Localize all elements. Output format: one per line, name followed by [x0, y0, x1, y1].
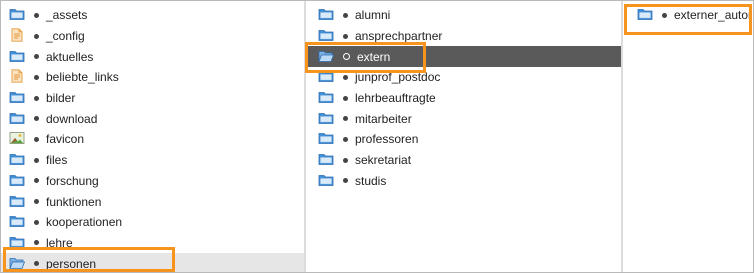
folder-item-sekretariat[interactable]: sekretariat — [306, 150, 622, 171]
bullet-icon — [34, 95, 39, 101]
folder-label: _config — [46, 29, 85, 44]
folder-icon — [9, 214, 27, 230]
folder-item-beliebte-links[interactable]: beliebte_links — [1, 67, 305, 88]
folder-label: favicon — [46, 132, 85, 147]
folder-icon — [318, 173, 336, 189]
folder-item-extern[interactable]: extern — [306, 46, 622, 68]
folder-icon — [318, 69, 336, 85]
folder-item-externer-autor[interactable]: externer_autor — [623, 5, 753, 26]
column-extern: externer_autor — [623, 1, 753, 272]
folder-item-favicon[interactable]: favicon — [1, 129, 305, 150]
folder-icon — [318, 90, 336, 106]
folder-icon — [9, 235, 27, 251]
bullet-icon — [343, 33, 348, 39]
folder-label: beliebte_links — [46, 70, 119, 85]
open-bullet-icon — [343, 53, 350, 61]
folder-list: _assets _config aktuelles beliebte_linksbil… — [1, 1, 305, 272]
folder-label: sekretariat — [355, 153, 412, 168]
column-personen: alumni ansprechpartner extern junprof_postd… — [306, 1, 622, 272]
folder-item-forschung[interactable]: forschung — [1, 171, 305, 192]
folder-icon — [318, 111, 336, 127]
folder-label: mitarbeiter — [355, 111, 412, 126]
file-icon — [9, 69, 27, 85]
folder-label: externer_autor — [674, 8, 753, 23]
folder-label: aktuelles — [46, 49, 94, 64]
folder-label: funktionen — [46, 194, 102, 209]
bullet-icon — [343, 136, 348, 142]
bullet-icon — [343, 74, 348, 80]
folder-item-download[interactable]: download — [1, 108, 305, 129]
folder-label: studis — [355, 173, 387, 188]
folder-item-funktionen[interactable]: funktionen — [1, 191, 305, 212]
bullet-icon — [662, 12, 667, 18]
folder-item-files[interactable]: files — [1, 150, 305, 171]
folder-icon — [318, 152, 336, 168]
folder-label: junprof_postdoc — [355, 70, 441, 85]
folder-item-alumni[interactable]: alumni — [306, 5, 622, 26]
bullet-icon — [343, 116, 348, 122]
column-root: _assets _config aktuelles beliebte_linksbil… — [1, 1, 305, 272]
bullet-icon — [34, 199, 39, 205]
bullet-icon — [34, 33, 39, 39]
folder-item-ansprechpartner[interactable]: ansprechpartner — [306, 26, 622, 47]
folder-label: personen — [46, 256, 97, 271]
image-icon — [9, 131, 27, 147]
folder-list: alumni ansprechpartner extern junprof_postd… — [306, 1, 622, 191]
folder-label: _assets — [46, 8, 88, 23]
folder-icon — [318, 28, 336, 44]
folder-item-studis[interactable]: studis — [306, 171, 622, 192]
bullet-icon — [34, 54, 39, 60]
folder-icon — [9, 173, 27, 189]
folder-icon — [9, 256, 27, 272]
folder-label: bilder — [46, 91, 76, 106]
file-icon — [9, 28, 27, 44]
bullet-icon — [34, 261, 39, 267]
folder-item-personen[interactable]: personen — [1, 253, 305, 272]
folder-item-assets[interactable]: _assets — [1, 5, 305, 26]
folder-icon — [9, 111, 27, 127]
folder-item-lehre[interactable]: lehre — [1, 233, 305, 254]
folder-icon — [9, 7, 27, 23]
folder-icon — [637, 7, 655, 23]
bullet-icon — [34, 12, 39, 18]
bullet-icon — [34, 240, 39, 246]
bullet-icon — [34, 116, 39, 122]
folder-icon — [318, 7, 336, 23]
folder-label: lehre — [46, 235, 73, 250]
folder-label: files — [46, 153, 68, 168]
column-browser: _assets _config aktuelles beliebte_linksbil… — [0, 0, 754, 273]
folder-label: alumni — [355, 8, 391, 23]
folder-icon — [9, 90, 27, 106]
folder-icon — [318, 49, 336, 65]
folder-item-mitarbeiter[interactable]: mitarbeiter — [306, 108, 622, 129]
folder-list: externer_autor — [623, 1, 753, 26]
bullet-icon — [343, 178, 348, 184]
folder-item-professoren[interactable]: professoren — [306, 129, 622, 150]
folder-label: forschung — [46, 173, 99, 188]
bullet-icon — [343, 157, 348, 163]
folder-icon — [9, 152, 27, 168]
bullet-icon — [34, 136, 39, 142]
folder-item-aktuelles[interactable]: aktuelles — [1, 46, 305, 67]
folder-label: download — [46, 111, 98, 126]
bullet-icon — [34, 219, 39, 225]
folder-item-bilder[interactable]: bilder — [1, 88, 305, 109]
bullet-icon — [34, 157, 39, 163]
folder-label: extern — [357, 49, 391, 64]
folder-icon — [318, 131, 336, 147]
bullet-icon — [343, 12, 348, 18]
folder-label: kooperationen — [46, 215, 123, 230]
folder-label: professoren — [355, 132, 419, 147]
bullet-icon — [34, 178, 39, 184]
folder-item-junprof-postdoc[interactable]: junprof_postdoc — [306, 67, 622, 88]
folder-label: lehrbeauftragte — [355, 91, 436, 106]
bullet-icon — [34, 74, 39, 80]
folder-item-kooperationen[interactable]: kooperationen — [1, 212, 305, 233]
folder-item-config[interactable]: _config — [1, 26, 305, 47]
folder-icon — [9, 194, 27, 210]
folder-icon — [9, 49, 27, 65]
folder-label: ansprechpartner — [355, 29, 443, 44]
folder-item-lehrbeauftragte[interactable]: lehrbeauftragte — [306, 88, 622, 109]
bullet-icon — [343, 95, 348, 101]
